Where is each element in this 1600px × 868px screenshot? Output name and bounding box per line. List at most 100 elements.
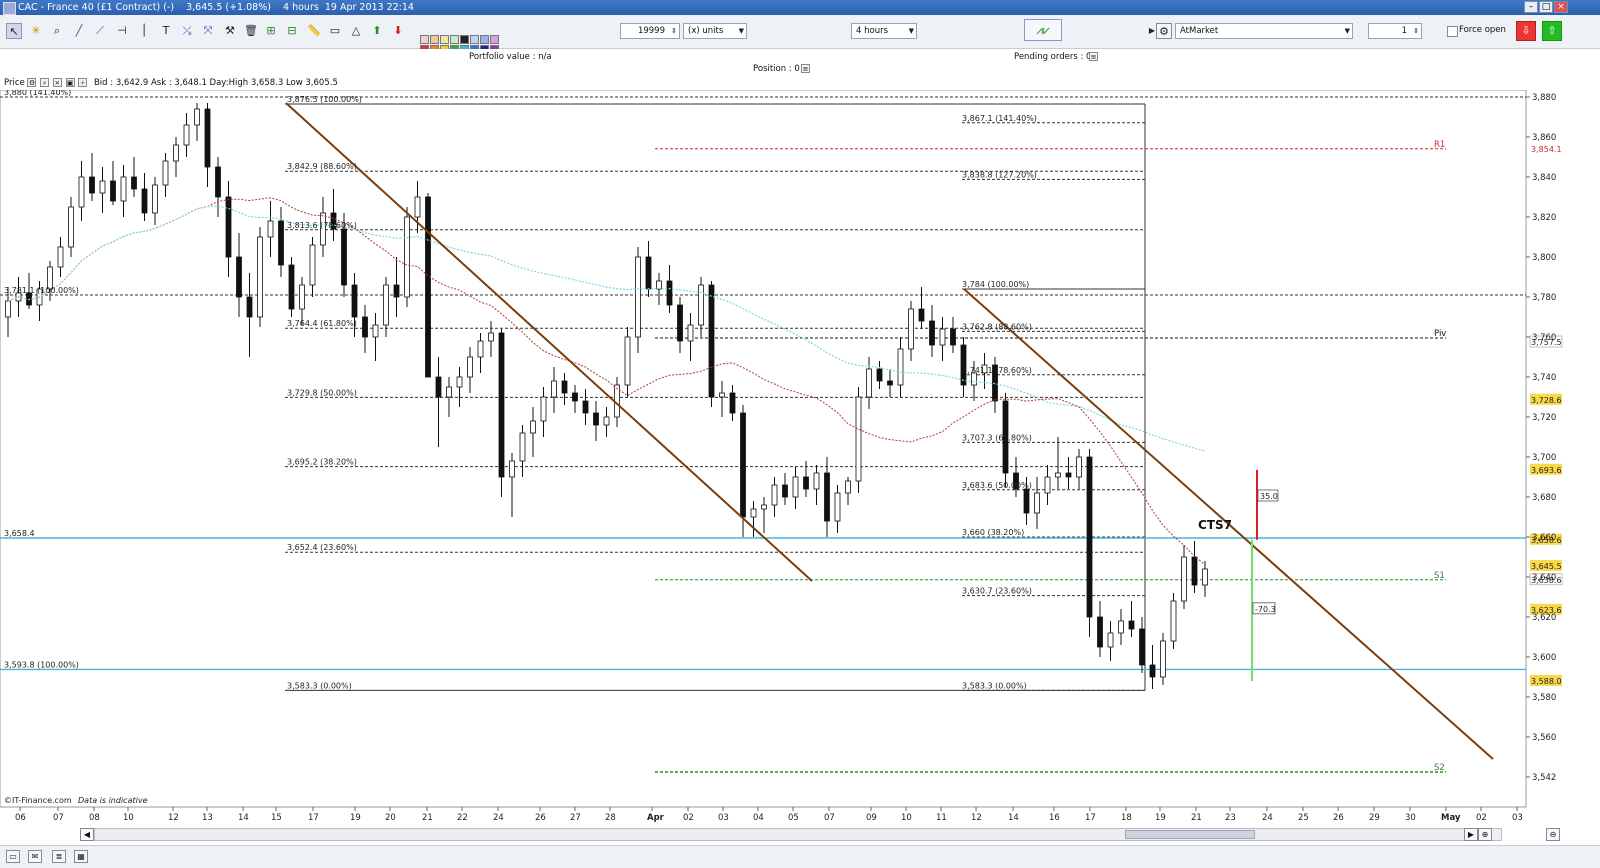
zoom-icon[interactable]: ⌕ <box>49 23 65 39</box>
ruler-icon[interactable]: 📏 <box>306 23 322 39</box>
rectangle-icon[interactable]: ▭ <box>327 23 343 39</box>
window-titlebar: CAC - France 40 (£1 Contract) (-) 3,645.… <box>0 0 1600 15</box>
minimize-button[interactable]: – <box>1524 1 1538 13</box>
buy-arrow-icon[interactable]: ⬆ <box>369 23 385 39</box>
candle-body <box>131 176 137 190</box>
candle-body <box>824 472 830 522</box>
stepper-icon[interactable]: ⇕ <box>1413 24 1419 38</box>
candle-body <box>267 220 274 238</box>
candle-body <box>1034 492 1040 514</box>
candle-body <box>89 176 95 194</box>
candle-body <box>761 504 767 510</box>
stepper-icon[interactable]: ⇕ <box>671 24 677 38</box>
timeframe-select[interactable]: 4 hours ▼ <box>851 23 917 39</box>
candle-body <box>729 392 736 414</box>
x-tick-label: 12 <box>971 813 982 823</box>
scroll-right-icon[interactable]: ▶ <box>1464 828 1478 841</box>
ray-icon[interactable]: ⟋ <box>92 23 108 39</box>
order-type-select[interactable]: AtMarket ▼ <box>1175 23 1353 39</box>
candle <box>1086 449 1093 637</box>
candle-body <box>1023 488 1030 514</box>
candle-body <box>498 332 505 478</box>
candle-body <box>750 508 757 518</box>
fan-icon[interactable]: ⤧ <box>200 23 216 39</box>
triangle-icon[interactable]: △ <box>348 23 364 39</box>
search-icon[interactable]: ⌕ <box>40 78 50 87</box>
candle-body <box>173 144 179 162</box>
crosshair-icon[interactable]: ✳ <box>28 23 44 39</box>
x-tick-label: 07 <box>53 813 64 823</box>
y-tick-label: 3,560 <box>1532 733 1556 743</box>
chevron-down-icon: ▼ <box>738 27 744 35</box>
sell-arrow-icon[interactable]: ⬇ <box>390 23 406 39</box>
candle-body <box>5 300 11 318</box>
copyright-label: ©IT-Finance.com <box>4 796 72 805</box>
zoom-in-icon[interactable]: ⊕ <box>1478 828 1492 841</box>
candle-body <box>645 256 652 290</box>
tools-icon[interactable]: ⚒ <box>222 23 238 39</box>
trendline-icon[interactable]: ╱ <box>71 23 87 39</box>
text-tool-icon[interactable]: T <box>158 23 174 39</box>
price-chart[interactable]: 3,5423,5603,5803,6003,6203,6403,6603,680… <box>0 90 1600 828</box>
fib-extension-icon[interactable]: ⊟ <box>284 23 300 39</box>
zoom-out-icon[interactable]: ⊖ <box>1546 828 1560 841</box>
scrollbar-thumb[interactable] <box>1125 830 1255 839</box>
chart-scrollbar[interactable] <box>94 828 1502 841</box>
x-tick-label: 24 <box>1262 813 1273 823</box>
x-tick-label: 12 <box>168 813 179 823</box>
candle-body <box>456 376 463 388</box>
add-indicator-icon[interactable]: + <box>78 78 88 87</box>
candle-body <box>519 432 526 462</box>
print-icon[interactable]: ▭ <box>6 850 20 863</box>
settings-icon[interactable]: ⚙ <box>27 78 37 87</box>
candle-body <box>1097 616 1103 648</box>
close-icon[interactable]: × <box>52 78 62 87</box>
save-icon[interactable]: ▣ <box>65 78 75 87</box>
fib-level-label: 3,813.6 (78.60%) <box>287 221 357 230</box>
quantity-input[interactable]: 19999 ⇕ <box>620 23 680 39</box>
window-title: CAC - France 40 (£1 Contract) (-) 3,645.… <box>18 2 414 13</box>
grid-icon[interactable]: ▦ <box>74 850 88 863</box>
scroll-left-icon[interactable]: ◀ <box>80 828 94 841</box>
app-icon <box>3 2 16 15</box>
chart-type-icon[interactable]: ⩘⩗ <box>1024 19 1062 41</box>
email-icon[interactable]: ✉ <box>28 850 42 863</box>
candle <box>635 247 641 353</box>
close-button[interactable]: × <box>1554 1 1568 13</box>
sell-button[interactable]: ⇩ <box>1516 21 1536 41</box>
y-tick-label: 3,740 <box>1532 373 1556 383</box>
buy-button[interactable]: ⇧ <box>1542 21 1562 41</box>
pointer-icon[interactable]: ↖ <box>6 23 22 39</box>
lots-input[interactable]: 1 ⇕ <box>1368 23 1422 39</box>
price-tag-label: 3,693.6 <box>1531 466 1562 475</box>
x-tick-label: 02 <box>683 813 694 823</box>
position-detail-icon[interactable]: ≡ <box>801 64 810 73</box>
candle-body <box>162 160 169 186</box>
vertical-line-icon[interactable]: │ <box>136 23 152 39</box>
orders-detail-icon[interactable]: ≡ <box>1089 52 1098 61</box>
pivot-label: R1 <box>1434 140 1445 150</box>
fibonacci-icon[interactable]: ⊞ <box>263 23 279 39</box>
channel-icon[interactable]: ⤯ <box>179 23 195 39</box>
x-tick-label: 03 <box>718 813 729 823</box>
candle-body <box>1160 640 1166 678</box>
status-bar: ▭ ✉ ≣ ▦ <box>0 845 1600 868</box>
candle-body <box>1086 456 1093 618</box>
candle-body <box>593 412 599 426</box>
account-info-bar: Portfolio value : n/a Position : 0 ≡ Pen… <box>0 49 1600 75</box>
candle <box>404 207 410 307</box>
candle-body <box>887 380 893 386</box>
horizontal-line-icon[interactable]: ⊣ <box>114 23 130 39</box>
units-select[interactable]: (x) units ▼ <box>683 23 747 39</box>
maximize-button[interactable]: □ <box>1539 1 1553 13</box>
y-tick-label: 3,700 <box>1532 453 1556 463</box>
force-open-checkbox[interactable] <box>1447 26 1458 37</box>
candle-body <box>1191 556 1198 586</box>
order-tool-icon[interactable]: ⚙ <box>1156 23 1172 39</box>
candle-body <box>362 316 368 338</box>
candle-body <box>278 220 284 266</box>
candle-body <box>257 236 263 318</box>
x-tick-label: 08 <box>89 813 100 823</box>
layers-icon[interactable]: ≣ <box>52 850 66 863</box>
delete-icon[interactable]: 🗑 <box>243 23 259 39</box>
